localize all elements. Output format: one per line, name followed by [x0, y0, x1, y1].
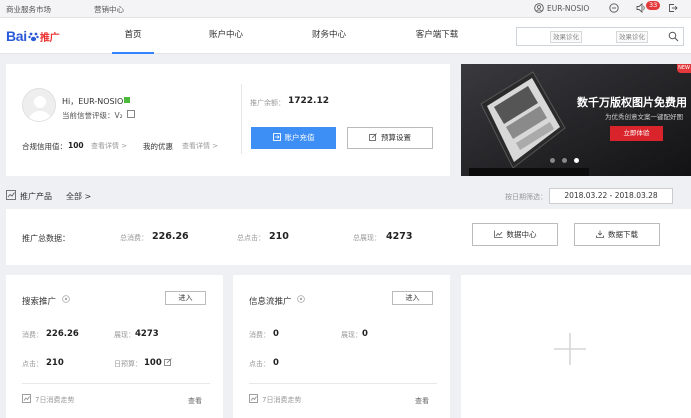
- recharge-button[interactable]: 账户充值: [251, 127, 336, 149]
- credit-rating: 当前信誉评级：V₂: [62, 111, 123, 120]
- carousel-dot[interactable]: [562, 158, 567, 163]
- baidu-logo[interactable]: Bai 推广: [6, 28, 60, 44]
- search-spend-label: 消费：: [22, 331, 43, 339]
- logout-icon[interactable]: [668, 3, 678, 15]
- edit-icon: [369, 129, 377, 149]
- date-range-picker[interactable]: 2018.03.22 - 2018.03.28: [549, 188, 673, 204]
- banner-subtitle: 为优秀创意文案一键配好图: [605, 113, 683, 121]
- rating-info-icon[interactable]: [127, 110, 135, 118]
- compliance-label: 合规信用值：: [22, 142, 67, 151]
- search-promo-title: 搜索推广: [22, 297, 57, 307]
- feed-clicks-label: 点击：: [249, 360, 270, 368]
- feed-clicks-value: 0: [273, 358, 279, 368]
- balance-label: 推广余额：: [250, 99, 285, 107]
- add-product-card[interactable]: [461, 275, 691, 418]
- compliance-detail-link[interactable]: 查看详情 >: [91, 141, 127, 151]
- budget-settings-button[interactable]: 预算设置: [347, 127, 433, 149]
- nav-home[interactable]: 首页: [112, 18, 154, 54]
- avatar: [22, 88, 56, 122]
- plus-icon[interactable]: [552, 331, 588, 369]
- minus-circle-icon[interactable]: [609, 3, 619, 15]
- feed-impressions-value: 0: [362, 329, 368, 339]
- info-icon[interactable]: [297, 295, 305, 305]
- daily-budget-value: 100: [144, 358, 162, 368]
- products-all-link[interactable]: 全部 >: [66, 191, 91, 202]
- online-status-icon: [124, 97, 130, 103]
- search-clicks-label: 点击：: [22, 360, 43, 368]
- feed-trend-label: 7日消费走势: [262, 396, 302, 404]
- total-clicks-value: 210: [269, 231, 289, 242]
- balance-value: 1722.12: [288, 96, 329, 106]
- paw-icon: [28, 29, 39, 42]
- banner-title: 数千万版权图片免费用: [577, 96, 687, 109]
- nav-client-download[interactable]: 客户端下载: [406, 18, 468, 54]
- product-chart-icon: [6, 190, 16, 202]
- feed-spend-label: 消费：: [249, 331, 270, 339]
- main-header: Bai 推广 首页 账户中心 财务中心 客户端下载 效果诊化 效果诊化: [0, 18, 691, 54]
- greeting: Hi，EUR-NOSIO: [62, 97, 124, 106]
- search-tag[interactable]: 效果诊化: [550, 31, 582, 43]
- total-clicks-label: 总点击：: [237, 234, 265, 242]
- search-impressions-label: 展现：: [114, 331, 135, 339]
- search-icon[interactable]: [668, 31, 679, 44]
- summary-card: 推广总数据： 总消费： 226.26 总点击： 210 总展现： 4273 数据…: [6, 209, 691, 265]
- chart-icon: [493, 225, 503, 246]
- search-view-link[interactable]: 查看: [188, 396, 202, 406]
- compliance-value: 100: [68, 141, 84, 150]
- account-name[interactable]: EUR-NOSIO: [547, 4, 589, 13]
- search-promo-card: 搜索推广 进入 消费： 226.26 展现： 4273 点击： 210 日预算：…: [6, 275, 223, 418]
- message-count-badge: 33: [646, 1, 661, 10]
- nav-finance-center[interactable]: 财务中心: [301, 18, 357, 54]
- summary-title: 推广总数据：: [22, 234, 70, 243]
- trend-icon: [22, 394, 31, 405]
- search-spend-value: 226.26: [46, 329, 79, 339]
- user-icon: [534, 3, 544, 15]
- search-box[interactable]: 效果诊化 效果诊化: [516, 27, 684, 46]
- marketing-center-link[interactable]: 营销中心: [94, 4, 124, 15]
- total-impressions-value: 4273: [386, 231, 413, 242]
- trend-icon: [249, 394, 258, 405]
- account-card: Hi，EUR-NOSIO 当前信誉评级：V₂ 合规信用值： 100 查看详情 >…: [6, 64, 450, 176]
- total-impressions-label: 总展现：: [353, 234, 381, 242]
- data-center-button[interactable]: 数据中心: [472, 223, 558, 246]
- vertical-divider: [241, 84, 242, 154]
- download-icon: [596, 225, 604, 246]
- search-impressions-value: 4273: [135, 329, 159, 339]
- edit-budget-icon[interactable]: [164, 358, 172, 368]
- date-filter-label: 按日期筛选：: [505, 193, 547, 201]
- feed-impressions-label: 展现：: [341, 331, 362, 339]
- promo-banner[interactable]: 数千万版权图片免费用 为优秀创意文案一键配好图 立即体验 NEW: [461, 64, 691, 176]
- banner-cta-button[interactable]: 立即体验: [610, 126, 663, 141]
- search-trend-label: 7日消费走势: [35, 396, 75, 404]
- card-divider: [22, 383, 210, 384]
- top-bar: 商业服务市场 营销中心 EUR-NOSIO 33: [0, 0, 691, 18]
- feed-promo-card: 信息流推广 进入 消费： 0 展现： 0 点击： 0 7日消费走势 查看: [233, 275, 450, 418]
- feed-enter-button[interactable]: 进入: [392, 291, 433, 305]
- carousel-dot-active[interactable]: [574, 158, 579, 163]
- new-badge: NEW: [677, 64, 691, 73]
- card-divider: [249, 383, 437, 384]
- total-spend-label: 总消费：: [120, 234, 148, 242]
- total-spend-value: 226.26: [152, 231, 189, 242]
- offers-detail-link[interactable]: 查看详情 >: [182, 141, 218, 151]
- my-offers-label: 我的优惠: [143, 142, 173, 151]
- search-enter-button[interactable]: 进入: [165, 291, 206, 305]
- feed-promo-title: 信息流推广: [249, 297, 292, 307]
- feed-view-link[interactable]: 查看: [415, 396, 429, 406]
- business-market-link[interactable]: 商业服务市场: [6, 4, 51, 15]
- daily-budget-label: 日预算：: [114, 360, 142, 368]
- products-title: 推广产品: [20, 192, 52, 201]
- feed-spend-value: 0: [273, 329, 279, 339]
- info-icon[interactable]: [62, 295, 70, 305]
- nav-account-center[interactable]: 账户中心: [198, 18, 254, 54]
- carousel-dot[interactable]: [550, 158, 555, 163]
- search-tag[interactable]: 效果诊化: [616, 31, 648, 43]
- recharge-icon: [272, 128, 281, 150]
- data-download-button[interactable]: 数据下载: [574, 223, 660, 246]
- search-clicks-value: 210: [46, 358, 64, 368]
